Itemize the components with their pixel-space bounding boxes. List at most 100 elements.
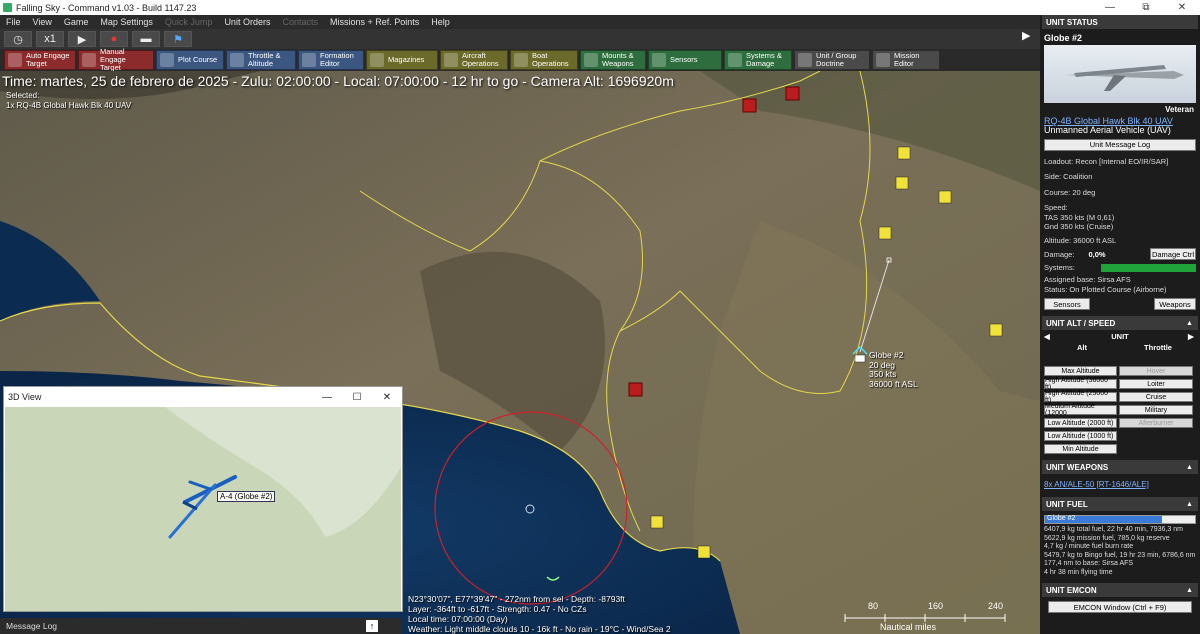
weapons-icon <box>584 53 598 67</box>
unit-weapons-header[interactable]: UNIT WEAPONS ▲ <box>1042 460 1198 474</box>
manual-engage-button[interactable]: Manual Engage Target <box>78 48 154 72</box>
plot-course-button[interactable]: Plot Course <box>156 50 224 70</box>
unit-fuel-header[interactable]: UNIT FUEL ▲ <box>1042 497 1198 511</box>
speed-header: Speed: <box>1044 203 1068 212</box>
menu-missions[interactable]: Missions + Ref. Points <box>324 17 425 27</box>
medium-altitude-button[interactable]: Medium Altitude (12000 <box>1044 403 1117 417</box>
speed-tas: TAS 350 kts (M 0,61) <box>1044 212 1115 222</box>
high-altitude-36000-button[interactable]: High Altitude (36000 ft) <box>1044 377 1117 391</box>
assigned-base: Assigned base: Sirsa AFS <box>1044 275 1131 284</box>
flag-icon[interactable]: ⚑ <box>164 31 192 47</box>
close-button[interactable]: ✕ <box>1164 2 1200 13</box>
crosshair-icon <box>8 53 22 67</box>
systems-bar <box>1101 263 1196 272</box>
menu-help[interactable]: Help <box>425 17 456 27</box>
3d-view-titlebar[interactable]: 3D View — ☐ ✕ <box>4 387 402 407</box>
cursor-status: N23°30'07", E77°39'47" - 272nm from sel … <box>408 594 671 634</box>
weapon-link[interactable]: 8x AN/ALE-50 [RT-1646/ALE] <box>1040 480 1200 489</box>
scale-tick: 80 <box>868 601 879 611</box>
message-log-bar[interactable]: Message Log ↑ <box>0 618 402 634</box>
aircraft-operations-button[interactable]: Aircraft Operations <box>440 50 508 70</box>
unit-emcon-header[interactable]: UNIT EMCON ▲ <box>1042 583 1198 597</box>
throttle-altitude-button[interactable]: Throttle & Altitude <box>226 50 296 70</box>
unit-message-log-button[interactable]: Unit Message Log <box>1044 138 1196 151</box>
max-altitude-button[interactable]: Max Altitude <box>1044 366 1117 376</box>
altitude: Altitude: 36000 ft ASL <box>1044 235 1117 245</box>
systems-damage-button[interactable]: Systems & Damage <box>724 50 792 70</box>
speed-gnd: Gnd 350 kts (Cruise) <box>1044 222 1114 231</box>
alt-speed-columns: ◀ UNIT ▶ <box>1044 332 1194 341</box>
menu-quick-jump: Quick Jump <box>164 17 213 27</box>
menu-view[interactable]: View <box>27 17 58 27</box>
mission-editor-button[interactable]: Mission Editor <box>872 50 940 70</box>
collapse-icon[interactable]: ▲ <box>1186 501 1198 508</box>
magazines-button[interactable]: Magazines <box>366 50 438 70</box>
damage-value: 0,0% <box>1088 249 1106 259</box>
fuel-bar: Globe #2 <box>1044 515 1196 524</box>
panel-collapse-icon[interactable]: ▶ <box>1022 29 1036 43</box>
unit-photo <box>1044 45 1196 103</box>
sensors-icon <box>652 53 666 67</box>
formation-icon <box>302 53 316 67</box>
window-title: Falling Sky - Command v1.03 - Build 1147… <box>16 2 197 13</box>
3d-viewport[interactable]: A-4 (Globe #2) <box>5 407 401 611</box>
aircraft-3d-model <box>168 475 237 539</box>
expand-up-icon[interactable]: ↑ <box>366 620 378 632</box>
vehicle-icon[interactable]: ▬ <box>132 31 160 47</box>
window-titlebar: Falling Sky - Command v1.03 - Build 1147… <box>0 0 1200 15</box>
menu-unit-orders[interactable]: Unit Orders <box>218 17 276 27</box>
low-altitude-1000-button[interactable]: Low Altitude (1000 ft) <box>1044 431 1117 441</box>
high-altitude-25000-button[interactable]: High Altitude (25000 ft) <box>1044 390 1117 404</box>
message-log-label: Message Log <box>6 621 58 631</box>
boat-operations-button[interactable]: Boat Operations <box>510 50 578 70</box>
play-button[interactable]: ▶ <box>68 31 96 47</box>
collapse-icon[interactable]: ▲ <box>1186 464 1198 471</box>
unit-alt-speed-header[interactable]: UNIT ALT / SPEED ▲ <box>1042 316 1198 330</box>
loadout: Loadout: Recon [Internal EO/IR/SAR] <box>1044 156 1169 166</box>
formation-editor-button[interactable]: Formation Editor <box>298 50 364 70</box>
sensors-button[interactable]: Sensors <box>1044 298 1090 310</box>
minimize-button[interactable]: — <box>312 392 342 403</box>
map-scale: 80 160 240 Nautical miles <box>835 598 1015 632</box>
collapse-icon[interactable]: ▲ <box>1186 587 1198 594</box>
scale-unit: Nautical miles <box>880 622 937 632</box>
loiter-button[interactable]: Loiter <box>1119 379 1193 389</box>
menu-contacts: Contacts <box>282 17 318 27</box>
min-altitude-button[interactable]: Min Altitude <box>1044 444 1117 454</box>
minimize-button[interactable]: — <box>1092 2 1128 13</box>
weapons-button[interactable]: Weapons <box>1154 298 1196 310</box>
collapse-icon[interactable]: ▲ <box>1186 320 1198 327</box>
menu-map-settings[interactable]: Map Settings <box>94 17 159 27</box>
menu-game[interactable]: Game <box>58 17 95 27</box>
magazines-icon <box>370 53 384 67</box>
auto-engage-button[interactable]: Auto Engage Target <box>4 50 76 70</box>
mission-editor-icon <box>876 53 890 67</box>
damage-ctrl-button[interactable]: Damage Ctrl <box>1150 248 1196 260</box>
record-button[interactable]: ● <box>100 31 128 47</box>
maximize-button[interactable]: ⧉ <box>1128 2 1164 13</box>
military-button[interactable]: Military <box>1119 405 1193 415</box>
time-readout: Time: martes, 25 de febrero de 2025 - Zu… <box>2 73 674 89</box>
doctrine-icon <box>798 53 812 67</box>
unit-rank: Veteran <box>1165 105 1194 114</box>
time-compression-button[interactable]: x1 <box>36 31 64 47</box>
hover-button: Hover <box>1119 366 1193 376</box>
emcon-window-button[interactable]: EMCON Window (Ctrl + F9) <box>1048 601 1192 613</box>
app-icon <box>3 3 12 12</box>
maximize-button[interactable]: ☐ <box>342 392 372 403</box>
unit-name: Globe #2 <box>1044 33 1083 43</box>
own-unit-label[interactable]: Globe #2 20 deg 350 kts 36000 ft ASL <box>869 350 918 389</box>
scale-tick: 160 <box>928 601 944 611</box>
doctrine-button[interactable]: Unit / Group Doctrine <box>794 50 870 70</box>
throttle-column-header: Throttle <box>1144 343 1172 352</box>
clock-icon[interactable]: ◷ <box>4 31 32 47</box>
3d-view-window[interactable]: 3D View — ☐ ✕ A-4 (Globe #2) <box>3 386 403 612</box>
sensors-button[interactable]: Sensors <box>648 50 722 70</box>
menu-file[interactable]: File <box>0 17 27 27</box>
mounts-weapons-button[interactable]: Mounts & Weapons <box>580 50 646 70</box>
cruise-button[interactable]: Cruise <box>1119 392 1193 402</box>
orders-toolbar: Auto Engage Target Manual Engage Target … <box>0 48 1040 72</box>
low-altitude-2000-button[interactable]: Low Altitude (2000 ft) <box>1044 418 1117 428</box>
unit-status-header[interactable]: UNIT STATUS <box>1042 15 1198 29</box>
close-button[interactable]: ✕ <box>372 392 402 403</box>
